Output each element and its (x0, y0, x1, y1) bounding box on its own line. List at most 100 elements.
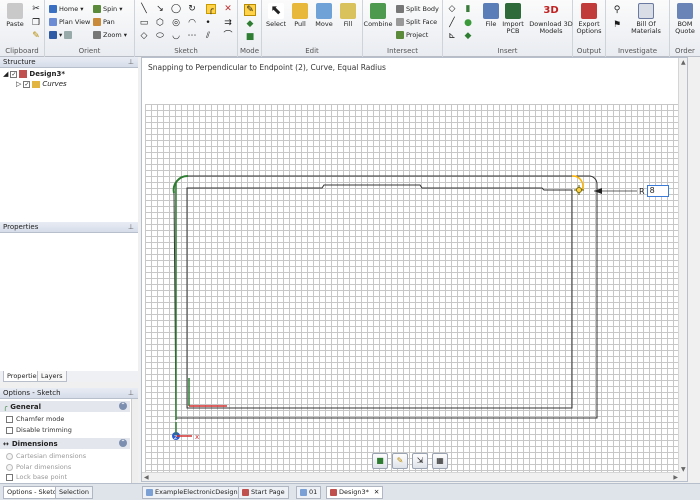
three-point-circle-icon[interactable]: ◎ (171, 18, 181, 28)
radius-dimension[interactable]: R 8 (639, 185, 669, 197)
file-insert-button[interactable]: File (479, 3, 503, 28)
scroll-left-icon[interactable]: ◀ (144, 474, 149, 481)
export-options-button[interactable]: Export Options (576, 3, 602, 35)
home-button[interactable]: Home ▾ (49, 3, 83, 15)
polygon-tool-icon[interactable]: ⬡ (155, 18, 165, 28)
point-tool-icon[interactable]: • (203, 18, 213, 28)
scroll-right-icon[interactable]: ▶ (673, 474, 678, 481)
download-3d-button[interactable]: 3D Download 3D Models (529, 3, 573, 35)
fill-button[interactable]: Fill (336, 3, 360, 28)
tree-item-curves[interactable]: ▷ ✓ Curves (16, 79, 67, 89)
cartesian-radio[interactable] (6, 452, 13, 460)
mirror-tool-icon[interactable]: ⫽ (203, 31, 213, 41)
visibility-checkbox[interactable]: ✓ (10, 70, 18, 78)
options-scrollbar[interactable] (131, 399, 138, 483)
measure-icon[interactable]: ⚲ (612, 5, 622, 15)
fillet-tool-icon[interactable]: ╭ (206, 4, 216, 15)
cylinder-icon[interactable]: ▮ (463, 4, 473, 14)
polar-radio[interactable] (6, 463, 13, 471)
zoom-button[interactable]: Zoom ▾ (93, 29, 127, 41)
offset-tool-icon[interactable]: ⇉ (223, 18, 233, 28)
move-grid-icon[interactable]: ⇲ (412, 453, 428, 469)
sphere-icon[interactable]: ● (463, 18, 473, 28)
rectangle-tool-icon[interactable]: ▭ (139, 18, 149, 28)
disable-trimming-checkbox[interactable] (6, 426, 13, 434)
pin-icon[interactable]: ⊥ (128, 388, 134, 399)
origin-icon[interactable]: ⊾ (447, 31, 457, 41)
cartesian-dimensions-option[interactable]: Cartesian dimensions (6, 451, 86, 461)
scroll-up-icon[interactable]: ▲ (681, 59, 686, 66)
view-cube-button[interactable]: ▾ (49, 29, 73, 41)
plane-icon[interactable]: ◇ (447, 4, 457, 14)
line-tool-icon[interactable]: ╲ (139, 4, 149, 14)
split-body-button[interactable]: Split Body (396, 3, 439, 15)
plan-view-icon[interactable]: ▦ (432, 453, 448, 469)
import-pcb-button[interactable]: Import PCB (501, 3, 525, 35)
curves-checkbox[interactable]: ✓ (23, 80, 31, 88)
tab-layers[interactable]: Layers (37, 371, 67, 382)
doc-tab-example[interactable]: ExampleElectronicDesign (142, 486, 242, 499)
horizontal-scrollbar[interactable]: ◀ ▶ (142, 472, 680, 481)
arc-tool-icon[interactable]: ↻ (187, 4, 197, 14)
axis-icon[interactable]: ╱ (447, 18, 457, 28)
select-button[interactable]: ⬉ Select (264, 3, 288, 28)
close-icon[interactable]: ✕ (374, 486, 379, 499)
collapse-icon[interactable]: ▷ (16, 80, 21, 88)
sweep-arc-icon[interactable]: ◡ (171, 31, 181, 41)
format-painter-icon[interactable]: ✎ (31, 31, 41, 41)
general-section[interactable]: ╭ General ⌃ (0, 401, 130, 412)
sketch-geometry[interactable]: z x (142, 58, 688, 482)
cut-icon[interactable]: ✂ (31, 4, 41, 14)
sketch-mode-icon[interactable]: ✎ (244, 4, 256, 16)
tab-selection[interactable]: Selection (55, 486, 93, 499)
collapse-icon[interactable]: ⌃ (119, 402, 127, 410)
check-geometry-icon[interactable]: ⚑ (612, 20, 622, 30)
bend-tool-icon[interactable]: ⌒ (223, 31, 233, 41)
bill-of-materials-button[interactable]: Bill Of Materials (631, 3, 661, 35)
disable-trimming-option[interactable]: Disable trimming (6, 425, 72, 435)
three-point-rect-icon[interactable]: ◇ (139, 31, 149, 41)
chamfer-mode-option[interactable]: Chamfer mode (6, 414, 64, 424)
shell-icon[interactable]: ◆ (463, 31, 473, 41)
move-button[interactable]: Move (312, 3, 336, 28)
vertical-scrollbar[interactable]: ▲ ▼ (678, 58, 687, 481)
pin-icon[interactable]: ⊥ (128, 222, 134, 233)
3d-mode-icon[interactable]: ■ (245, 32, 255, 42)
inner-profile-curve[interactable] (186, 184, 573, 409)
dimensions-section[interactable]: ↔ Dimensions ⌃ (0, 438, 130, 449)
copy-icon[interactable]: ❐ (31, 18, 41, 28)
three-point-arc-icon[interactable]: ◠ (187, 18, 197, 28)
project-button[interactable]: Project (396, 29, 428, 41)
pan-button[interactable]: Pan (93, 16, 115, 28)
paste-button[interactable]: Paste (3, 3, 27, 28)
lock-base-point-option[interactable]: Lock base point (6, 473, 67, 481)
scroll-down-icon[interactable]: ▼ (681, 466, 686, 473)
split-face-button[interactable]: Split Face (396, 16, 437, 28)
chamfer-mode-checkbox[interactable] (6, 415, 13, 423)
plan-view-button[interactable]: Plan View (49, 16, 90, 28)
return-3d-icon[interactable]: ■ (372, 453, 388, 469)
tree-item-design[interactable]: ◢ ✓ Design3* (3, 69, 65, 79)
doc-tab-design3[interactable]: Design3* ✕ (326, 486, 384, 499)
expand-icon[interactable]: ◢ (3, 70, 8, 78)
pull-button[interactable]: Pull (288, 3, 312, 28)
circle-tool-icon[interactable]: ◯ (171, 4, 181, 14)
polar-dimensions-option[interactable]: Polar dimensions (6, 462, 71, 472)
doc-tab-01[interactable]: 01 (296, 486, 322, 499)
trim-tool-icon[interactable]: ✕ (223, 4, 233, 14)
outer-profile-curve[interactable] (173, 175, 598, 419)
section-mode-icon[interactable]: ◆ (245, 19, 255, 29)
combine-button[interactable]: Combine (364, 3, 392, 28)
select-new-plane-icon[interactable]: ✎ (392, 453, 408, 469)
doc-tab-start-page[interactable]: Start Page (238, 486, 289, 499)
design-viewport[interactable]: Snapping to Perpendicular to Endpoint (2… (141, 57, 688, 482)
pin-icon[interactable]: ⊥ (128, 57, 134, 68)
radius-input[interactable]: 8 (646, 185, 669, 197)
bom-quote-button[interactable]: BOM Quote (673, 3, 697, 35)
tangent-line-icon[interactable]: ↘ (155, 4, 165, 14)
lock-base-checkbox[interactable] (6, 473, 13, 481)
spin-button[interactable]: Spin ▾ (93, 3, 122, 15)
ellipse-tool-icon[interactable]: ⬭ (155, 31, 165, 41)
collapse-icon[interactable]: ⌃ (119, 439, 127, 447)
construction-line-icon[interactable]: ⋯ (187, 31, 197, 41)
